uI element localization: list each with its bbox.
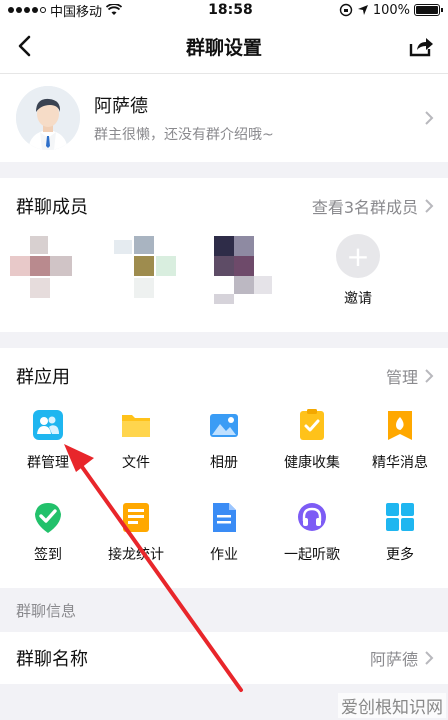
member-avatar[interactable]	[214, 234, 294, 304]
app-check-in[interactable]: 签到	[6, 500, 90, 564]
app-label: 群管理	[27, 455, 69, 471]
member-avatar[interactable]	[112, 234, 192, 304]
group-name-row[interactable]: 群聊名称 阿萨德	[0, 632, 448, 684]
app-label: 健康收集	[284, 455, 340, 471]
essence-message-icon	[383, 408, 417, 442]
signal-icon	[8, 7, 46, 13]
battery-percent: 100%	[372, 2, 410, 18]
watermark: 爱创根知识网	[338, 693, 446, 718]
health-collect-icon	[295, 408, 329, 442]
member-list: + 邀请	[0, 234, 448, 332]
group-name-label: 群聊名称	[16, 649, 88, 670]
app-essence-messages[interactable]: 精华消息	[358, 408, 442, 472]
manage-apps-link[interactable]: 管理	[386, 364, 418, 388]
group-owner-name: 阿萨德	[94, 96, 148, 117]
back-icon[interactable]	[14, 34, 38, 58]
app-label: 签到	[34, 547, 62, 563]
group-avatar	[16, 86, 80, 150]
page-title: 群聊设置	[185, 37, 262, 59]
app-album[interactable]: 相册	[182, 408, 266, 472]
app-label: 作业	[210, 547, 238, 563]
app-label: 接龙统计	[108, 547, 164, 563]
member-avatar[interactable]	[10, 234, 90, 304]
app-label: 文件	[122, 455, 150, 471]
status-bar: 中国移动 18:58 100%	[0, 0, 448, 20]
check-in-icon	[31, 500, 65, 534]
carrier-label: 中国移动	[50, 4, 103, 20]
members-title: 群聊成员	[16, 197, 88, 218]
folder-icon	[119, 408, 153, 442]
chevron-right-icon	[425, 369, 434, 383]
rotation-lock-icon	[339, 3, 353, 17]
app-more[interactable]: 更多	[358, 500, 442, 564]
group-info-section-label: 群聊信息	[0, 588, 448, 632]
app-group-manage[interactable]: 群管理	[6, 408, 90, 472]
chevron-right-icon	[425, 651, 434, 665]
group-intro: 群主很懒，还没有群介绍哦~	[94, 127, 274, 143]
invite-label: 邀请	[344, 291, 372, 307]
nav-bar: 群聊设置	[0, 20, 448, 74]
view-members-link[interactable]: 查看3名群成员	[312, 194, 418, 218]
app-health-collect[interactable]: 健康收集	[270, 408, 354, 472]
chevron-right-icon	[425, 199, 434, 213]
group-manage-icon	[31, 408, 65, 442]
wifi-icon	[106, 4, 123, 15]
members-header[interactable]: 群聊成员 查看3名群成员	[0, 178, 448, 234]
group-apps-header[interactable]: 群应用 管理	[0, 348, 448, 404]
battery-icon	[413, 4, 443, 16]
status-time: 18:58	[208, 2, 253, 18]
group-apps-grid: 群管理 文件 相册 健康收集 精华消息 签到 接龙统计 作业 一起听歌 更多	[0, 404, 448, 588]
location-icon	[357, 5, 368, 15]
share-icon[interactable]	[408, 34, 434, 58]
app-label: 更多	[386, 547, 414, 563]
invite-member-button[interactable]: + 邀请	[322, 234, 394, 308]
group-apps-title: 群应用	[16, 367, 70, 388]
app-files[interactable]: 文件	[94, 408, 178, 472]
app-label: 精华消息	[372, 455, 428, 471]
listen-together-icon	[295, 500, 329, 534]
app-relay-stats[interactable]: 接龙统计	[94, 500, 178, 564]
group-name-value: 阿萨德	[369, 650, 418, 669]
group-profile-row[interactable]: 阿萨德 群主很懒，还没有群介绍哦~	[0, 74, 448, 162]
relay-stats-icon	[119, 500, 153, 534]
app-listen-together[interactable]: 一起听歌	[270, 500, 354, 564]
chevron-right-icon	[425, 111, 434, 125]
app-homework[interactable]: 作业	[182, 500, 266, 564]
plus-icon: +	[336, 234, 380, 278]
more-apps-icon	[383, 500, 417, 534]
photo-album-icon	[207, 408, 241, 442]
app-label: 相册	[210, 455, 238, 471]
app-label: 一起听歌	[284, 547, 340, 563]
homework-icon	[207, 500, 241, 534]
